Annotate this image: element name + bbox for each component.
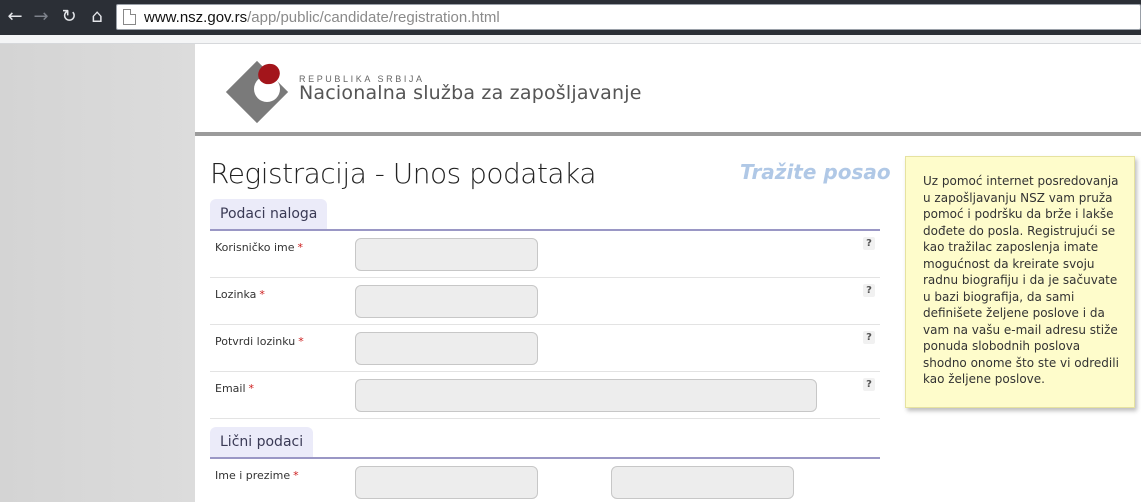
header-divider bbox=[195, 132, 1141, 136]
form-row-username: Korisničko ime * ? bbox=[210, 231, 880, 278]
section-personal: Lični podaci bbox=[210, 427, 880, 459]
reload-icon[interactable]: ↻ bbox=[58, 6, 80, 28]
last-name-input[interactable] bbox=[611, 466, 794, 499]
email-input[interactable] bbox=[355, 379, 817, 412]
tagline: Tražite posao bbox=[740, 160, 891, 184]
form-row-name: Ime i prezime * bbox=[210, 459, 880, 502]
help-icon[interactable]: ? bbox=[863, 331, 875, 344]
help-icon[interactable]: ? bbox=[863, 284, 875, 297]
url-text: www.nsz.gov.rs/app/public/candidate/regi… bbox=[144, 9, 500, 26]
required-marker: * bbox=[293, 469, 299, 482]
required-marker: * bbox=[259, 288, 265, 301]
help-icon[interactable]: ? bbox=[863, 237, 875, 250]
agency-name[interactable]: Nacionalna služba za zapošljavanje bbox=[299, 82, 642, 104]
required-marker: * bbox=[248, 382, 255, 395]
form-row-confirm-password: Potvrdi lozinku * ? bbox=[210, 325, 880, 372]
address-bar[interactable]: www.nsz.gov.rs/app/public/candidate/regi… bbox=[116, 4, 1141, 30]
password-label: Lozinka * bbox=[215, 288, 265, 301]
section-heading-account: Podaci naloga bbox=[210, 199, 328, 229]
username-label: Korisničko ime * bbox=[215, 241, 304, 254]
page-margin bbox=[0, 44, 195, 502]
browser-toolbar: ← → ↻ ⌂ www.nsz.gov.rs/app/public/candid… bbox=[0, 0, 1141, 35]
section-account: Podaci naloga bbox=[210, 199, 880, 231]
back-icon[interactable]: ← bbox=[4, 6, 26, 28]
first-name-input[interactable] bbox=[355, 466, 538, 499]
form-row-email: Email * ? bbox=[210, 372, 880, 419]
confirm-password-label: Potvrdi lozinku * bbox=[215, 335, 304, 348]
confirm-password-input[interactable] bbox=[355, 332, 538, 365]
page-title: Registracija - Unos podataka bbox=[210, 157, 596, 190]
home-icon[interactable]: ⌂ bbox=[86, 6, 108, 28]
forward-icon[interactable]: → bbox=[30, 6, 52, 28]
help-icon[interactable]: ? bbox=[863, 378, 875, 391]
page-icon bbox=[123, 9, 136, 25]
toolbar-separator bbox=[0, 35, 1141, 44]
full-name-label: Ime i prezime * bbox=[215, 469, 299, 482]
required-marker: * bbox=[298, 335, 304, 348]
email-label: Email * bbox=[215, 382, 255, 395]
info-note: Uz pomoć internet posredovanja u zapošlj… bbox=[905, 156, 1135, 408]
password-input[interactable] bbox=[355, 285, 538, 318]
required-marker: * bbox=[297, 241, 304, 254]
form-row-password: Lozinka * ? bbox=[210, 278, 880, 325]
section-heading-personal: Lični podaci bbox=[210, 427, 314, 457]
username-input[interactable] bbox=[355, 238, 538, 271]
